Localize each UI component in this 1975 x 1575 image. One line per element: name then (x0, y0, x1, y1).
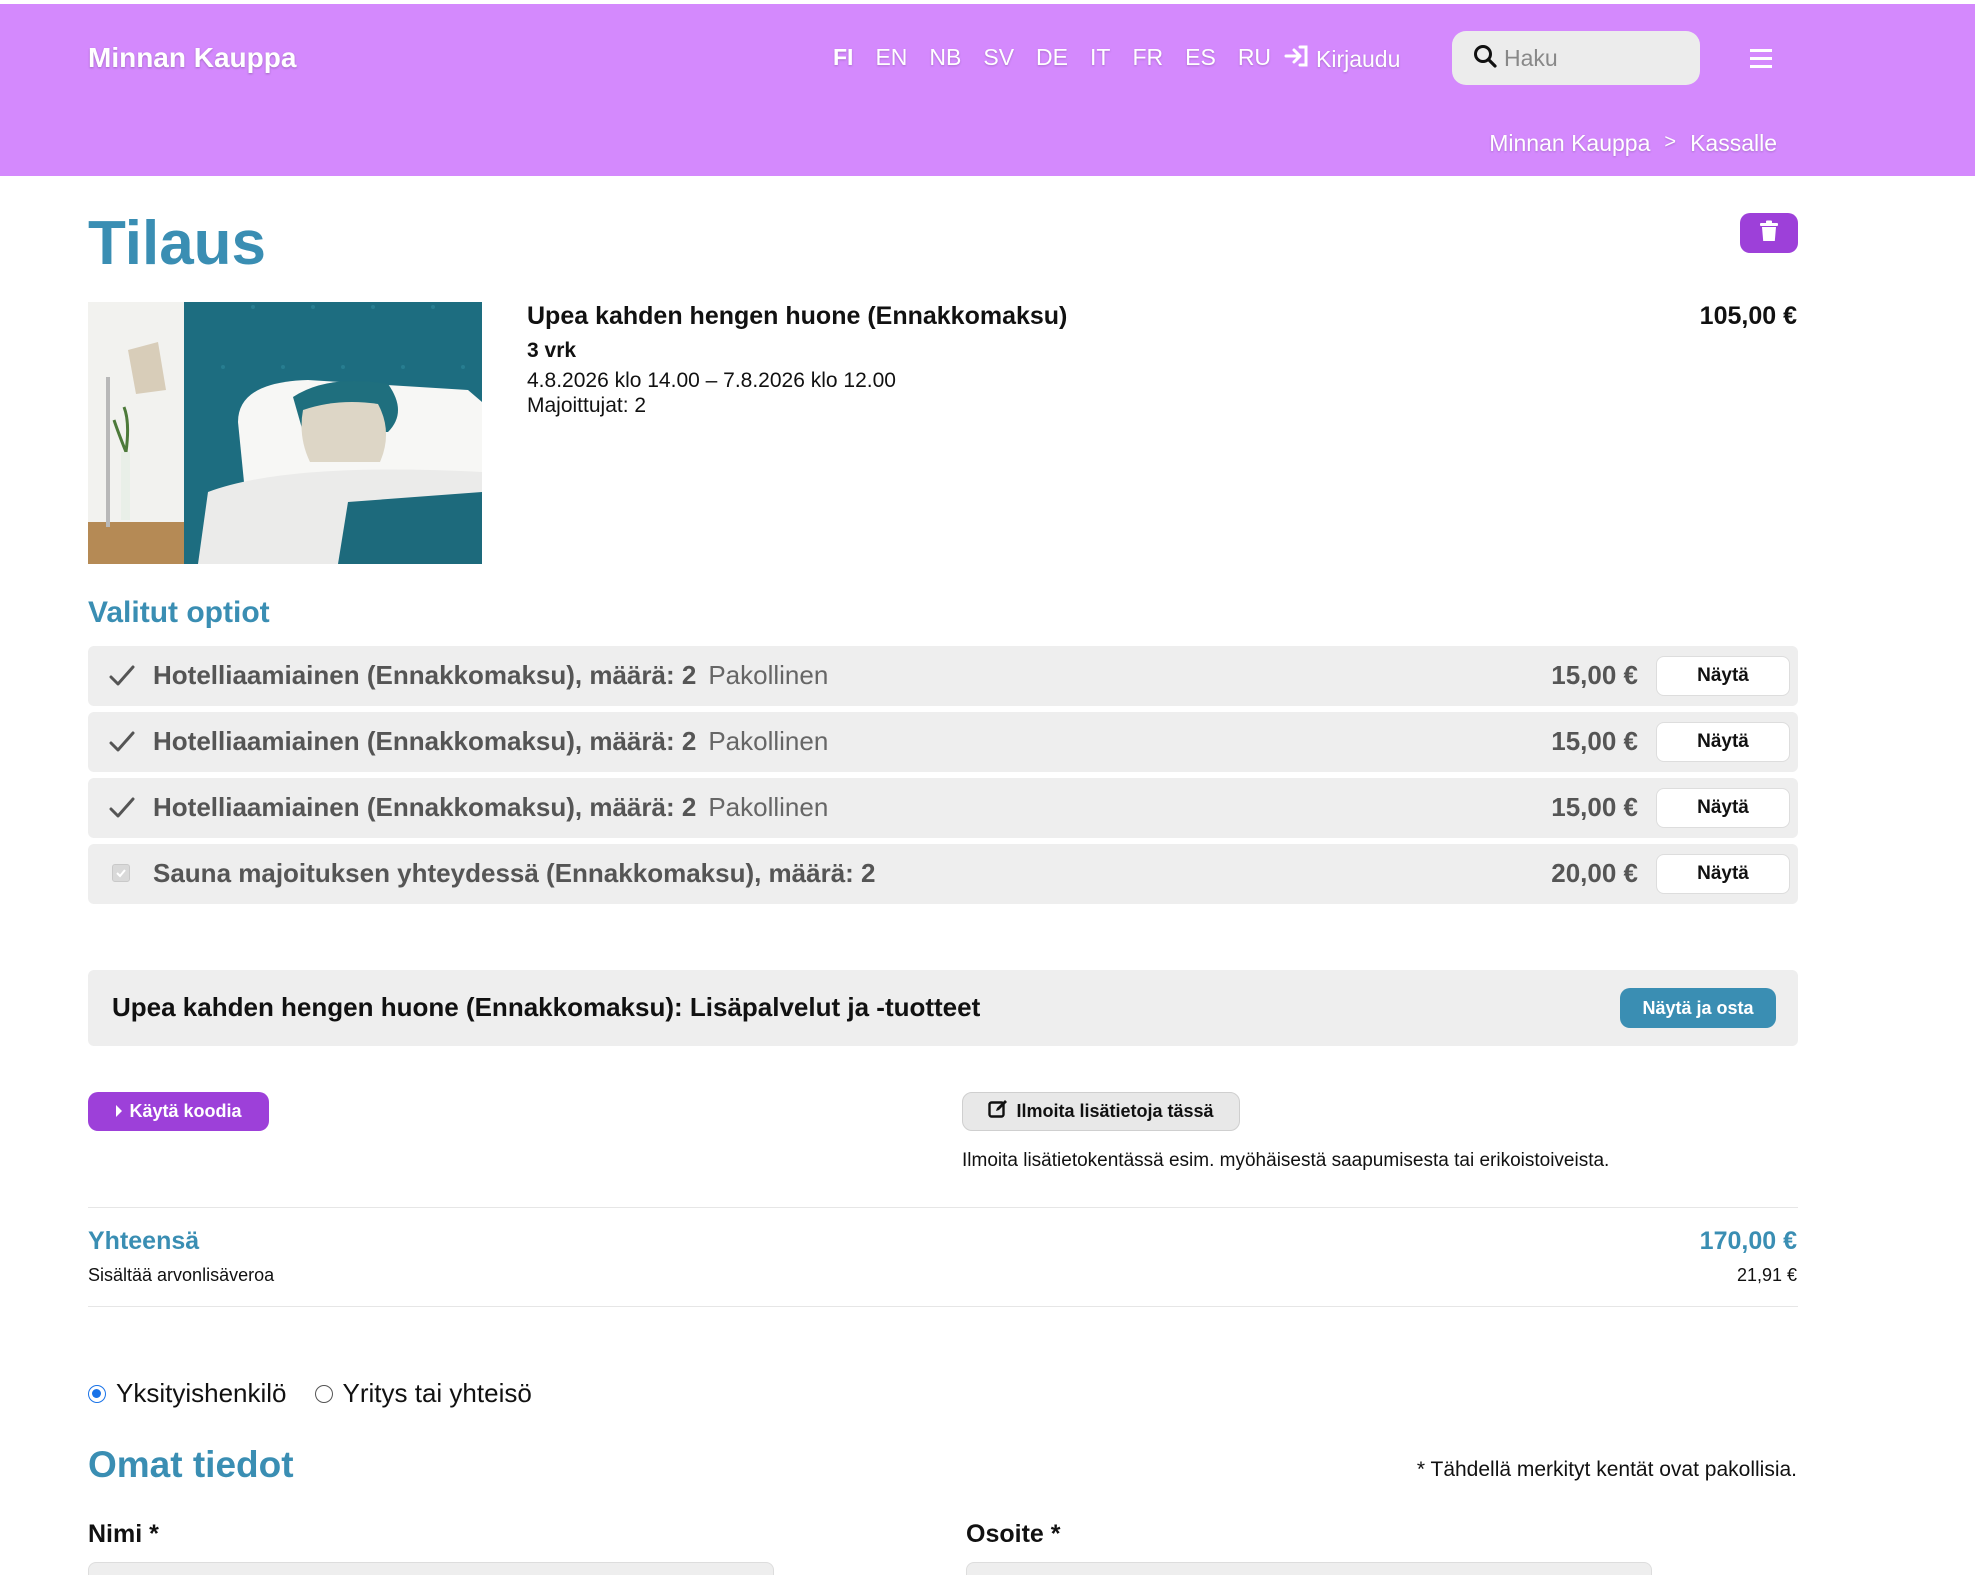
lang-fr[interactable]: FR (1121, 44, 1174, 71)
radio-button-selected[interactable] (88, 1384, 106, 1403)
product-dates: 4.8.2026 klo 14.00 – 7.8.2026 klo 12.00 (527, 369, 896, 392)
option-required-tag: Pakollinen (708, 792, 829, 822)
search-input[interactable] (1504, 44, 1684, 72)
radio-company[interactable]: Yritys tai yhteisö (314, 1378, 532, 1409)
option-checkbox[interactable] (112, 864, 130, 882)
hamburger-menu-icon[interactable] (1744, 44, 1778, 74)
checkmark-icon (108, 662, 136, 690)
language-switcher: FI EN NB SV DE IT FR ES RU (822, 44, 1282, 71)
option-price: 15,00 € (1551, 726, 1638, 756)
address-input[interactable] (966, 1562, 1652, 1575)
option-price: 15,00 € (1551, 660, 1638, 690)
option-price: 15,00 € (1551, 792, 1638, 822)
lang-it[interactable]: IT (1079, 44, 1121, 71)
site-header: Minnan Kauppa FI EN NB SV DE IT FR ES RU… (0, 4, 1975, 176)
caret-right-icon (115, 1101, 123, 1122)
radio-label: Yritys tai yhteisö (342, 1378, 532, 1408)
lang-en[interactable]: EN (864, 44, 918, 71)
breadcrumb-separator: > (1664, 131, 1677, 153)
edit-icon (988, 1099, 1008, 1124)
product-image (88, 302, 482, 564)
product-name: Upea kahden hengen huone (Ennakkomaksu) (527, 302, 1068, 330)
login-label: Kirjaudu (1316, 45, 1401, 72)
name-field-label: Nimi * (88, 1520, 159, 1548)
divider (88, 1306, 1798, 1307)
option-label: Hotelliaamiainen (Ennakkomaksu), määrä: … (153, 726, 829, 756)
option-show-button[interactable]: Näytä (1656, 656, 1790, 696)
own-info-title: Omat tiedot (88, 1444, 294, 1485)
option-price: 20,00 € (1551, 858, 1638, 888)
option-row: Sauna majoituksen yhteydessä (Ennakkomak… (88, 844, 1798, 904)
page-title: Tilaus (88, 209, 267, 278)
login-link[interactable]: Kirjaudu (1282, 44, 1400, 74)
option-row: Hotelliaamiainen (Ennakkomaksu), määrä: … (88, 646, 1798, 706)
name-input[interactable] (88, 1562, 774, 1575)
use-code-label: Käytä koodia (129, 1101, 242, 1121)
checkmark-icon (108, 794, 136, 822)
radio-private-person[interactable]: Yksityishenkilö (88, 1378, 287, 1409)
option-label: Hotelliaamiainen (Ennakkomaksu), määrä: … (153, 660, 829, 690)
checkmark-icon (108, 728, 136, 756)
option-show-button[interactable]: Näytä (1656, 854, 1790, 894)
option-label: Sauna majoituksen yhteydessä (Ennakkomak… (153, 858, 876, 888)
option-required-tag: Pakollinen (708, 726, 829, 756)
lang-ru[interactable]: RU (1227, 44, 1282, 71)
additional-info-label: Ilmoita lisätietoja tässä (1016, 1101, 1214, 1121)
product-duration: 3 vrk (527, 339, 577, 362)
search-box (1452, 31, 1700, 85)
brand-logo[interactable]: Minnan Kauppa (88, 42, 296, 74)
required-fields-note: * Tähdellä merkityt kentät ovat pakollis… (1416, 1458, 1797, 1481)
show-and-buy-button[interactable]: Näytä ja osta (1620, 988, 1776, 1028)
sign-in-icon (1282, 44, 1310, 74)
extras-panel: Upea kahden hengen huone (Ennakkomaksu):… (88, 970, 1798, 1046)
divider (88, 1207, 1798, 1208)
option-label: Hotelliaamiainen (Ennakkomaksu), määrä: … (153, 792, 829, 822)
lang-nb[interactable]: NB (918, 44, 972, 71)
option-row: Hotelliaamiainen (Ennakkomaksu), määrä: … (88, 712, 1798, 772)
search-icon (1472, 43, 1498, 74)
extras-title: Upea kahden hengen huone (Ennakkomaksu):… (112, 992, 981, 1022)
additional-info-note: Ilmoita lisätietokentässä esim. myöhäise… (962, 1150, 1610, 1171)
address-field-label: Osoite * (966, 1520, 1061, 1548)
option-required-tag: Pakollinen (708, 660, 829, 690)
vat-value: 21,91 € (1736, 1265, 1797, 1285)
option-show-button[interactable]: Näytä (1656, 722, 1790, 762)
option-show-button[interactable]: Näytä (1656, 788, 1790, 828)
options-title: Valitut optiot (88, 596, 270, 629)
lang-sv[interactable]: SV (972, 44, 1025, 71)
trash-icon (1759, 220, 1779, 247)
breadcrumb-home[interactable]: Minnan Kauppa (1489, 130, 1650, 157)
empty-cart-button[interactable] (1740, 213, 1798, 253)
vat-label: Sisältää arvonlisäveroa (88, 1265, 275, 1285)
customer-type-selector: Yksityishenkilö Yritys tai yhteisö (88, 1378, 532, 1409)
product-price: 105,00 € (1699, 302, 1797, 330)
lang-de[interactable]: DE (1025, 44, 1079, 71)
lang-fi[interactable]: FI (822, 44, 864, 71)
option-row: Hotelliaamiainen (Ennakkomaksu), määrä: … (88, 778, 1798, 838)
lang-es[interactable]: ES (1174, 44, 1227, 71)
breadcrumb-current: Kassalle (1690, 130, 1777, 156)
radio-label: Yksityishenkilö (116, 1378, 287, 1408)
breadcrumb: Minnan Kauppa > Kassalle (1489, 130, 1777, 157)
total-value: 170,00 € (1699, 1227, 1797, 1255)
use-code-button[interactable]: Käytä koodia (88, 1092, 269, 1131)
product-guests: Majoittujat: 2 (527, 394, 647, 417)
additional-info-button[interactable]: Ilmoita lisätietoja tässä (962, 1092, 1240, 1131)
total-label: Yhteensä (88, 1227, 200, 1255)
radio-button[interactable] (314, 1384, 333, 1403)
